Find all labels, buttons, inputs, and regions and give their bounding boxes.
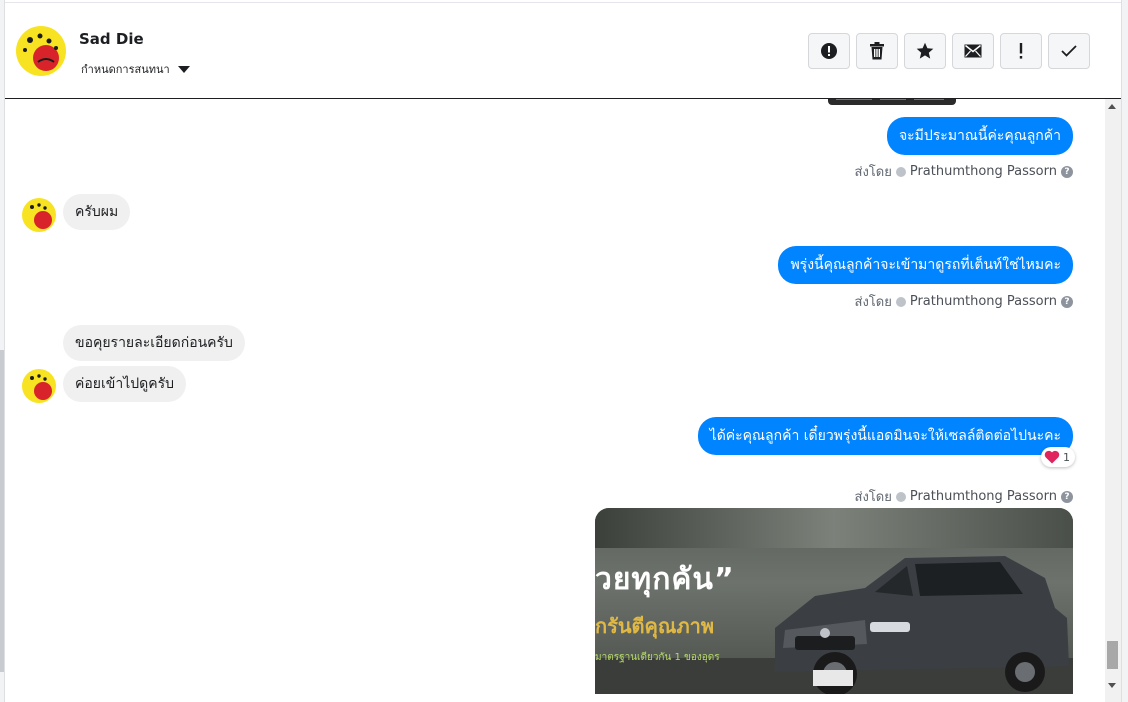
conversation-schedule-dropdown[interactable]: กำหนดการสนทนา bbox=[81, 60, 190, 78]
promo-background-top bbox=[595, 508, 1073, 548]
message-thread[interactable]: จะมีประมาณนี้ค่ะคุณลูกค้า ส่งโดย Prathum… bbox=[5, 99, 1105, 702]
caret-down-icon bbox=[177, 65, 190, 73]
promo-headline: วยทุกคัน” bbox=[595, 562, 735, 597]
sent-by-agent[interactable]: Prathumthong Passorn bbox=[910, 489, 1057, 504]
star-button[interactable] bbox=[904, 33, 946, 69]
sent-by-prefix: ส่งโดย bbox=[854, 165, 892, 180]
left-pane-scroll-strip bbox=[0, 350, 4, 672]
exclamation-icon bbox=[1019, 43, 1023, 59]
incoming-message[interactable]: ขอคุยรายละเอียดก่อนครับ bbox=[63, 325, 245, 361]
image-detail-line bbox=[880, 99, 906, 100]
conversation-toolbar bbox=[808, 33, 1090, 69]
envelope-icon bbox=[964, 44, 982, 58]
help-icon[interactable]: ? bbox=[1061, 165, 1073, 178]
contact-avatar[interactable] bbox=[16, 26, 66, 76]
scroll-down-arrow-icon[interactable] bbox=[1108, 683, 1116, 688]
conversation-header: Sad Die กำหนดการสนทนา bbox=[5, 3, 1121, 99]
spam-button[interactable] bbox=[808, 33, 850, 69]
promo-small-text: มาตรฐานเดียวกัน 1 ของอุดร bbox=[595, 652, 720, 663]
sent-by-agent[interactable]: Prathumthong Passorn bbox=[910, 294, 1057, 309]
promo-tagline: กรันตีคุณภาพ bbox=[595, 614, 715, 638]
contact-avatar-small[interactable] bbox=[22, 369, 56, 403]
pickup-truck-image bbox=[775, 556, 1069, 694]
image-detail-line bbox=[914, 99, 944, 100]
trash-icon bbox=[870, 42, 884, 60]
sent-by-line: ส่งโดย Prathumthong Passorn ? bbox=[855, 291, 1073, 312]
verified-icon bbox=[895, 166, 906, 177]
scrollbar-thumb[interactable] bbox=[1107, 641, 1118, 669]
outgoing-message[interactable]: พรุ่งนี้คุณลูกค้าจะเข้ามาดูรถที่เต็นท์ใช… bbox=[778, 246, 1073, 284]
mark-unread-button[interactable] bbox=[952, 33, 994, 69]
incoming-message[interactable]: ครับผม bbox=[63, 194, 131, 230]
star-icon bbox=[916, 42, 934, 59]
outgoing-message[interactable]: ได้ค่ะคุณลูกค้า เดี๋ยวพรุ่งนี้แอดมินจะให… bbox=[697, 417, 1073, 455]
image-detail-line bbox=[836, 99, 872, 100]
outgoing-message[interactable]: จะมีประมาณนี้ค่ะคุณลูกค้า bbox=[886, 117, 1073, 155]
delete-button[interactable] bbox=[856, 33, 898, 69]
sent-by-line: ส่งโดย Prathumthong Passorn ? bbox=[855, 161, 1073, 182]
alert-circle-icon bbox=[821, 43, 837, 59]
image-attachment-promo[interactable]: วยทุกคัน” กรันตีคุณภาพ มาตรฐานเดียวกัน 1… bbox=[595, 508, 1073, 694]
thread-scrollbar[interactable] bbox=[1105, 99, 1121, 702]
reaction-count: 1 bbox=[1063, 450, 1070, 464]
previous-image-attachment[interactable] bbox=[828, 99, 956, 105]
contact-avatar-small[interactable] bbox=[22, 198, 56, 232]
help-icon[interactable]: ? bbox=[1061, 295, 1073, 308]
help-icon[interactable]: ? bbox=[1061, 490, 1073, 503]
verified-icon bbox=[895, 491, 906, 502]
heart-icon bbox=[1044, 450, 1060, 464]
verified-icon bbox=[895, 296, 906, 307]
mark-done-button[interactable] bbox=[1048, 33, 1090, 69]
contact-name[interactable]: Sad Die bbox=[79, 30, 144, 48]
message-reaction[interactable]: 1 bbox=[1041, 447, 1075, 467]
follow-up-button[interactable] bbox=[1000, 33, 1042, 69]
incoming-message[interactable]: ค่อยเข้าไปดูครับ bbox=[63, 366, 186, 402]
scroll-up-arrow-icon[interactable] bbox=[1108, 104, 1116, 109]
check-icon bbox=[1061, 45, 1077, 57]
right-pane-edge bbox=[1121, 0, 1128, 702]
sent-by-prefix: ส่งโดย bbox=[854, 295, 892, 310]
sent-by-agent[interactable]: Prathumthong Passorn bbox=[910, 164, 1057, 179]
conversation-schedule-label: กำหนดการสนทนา bbox=[81, 63, 170, 76]
sent-by-line: ส่งโดย Prathumthong Passorn ? bbox=[855, 486, 1073, 507]
sent-by-prefix: ส่งโดย bbox=[854, 490, 892, 505]
